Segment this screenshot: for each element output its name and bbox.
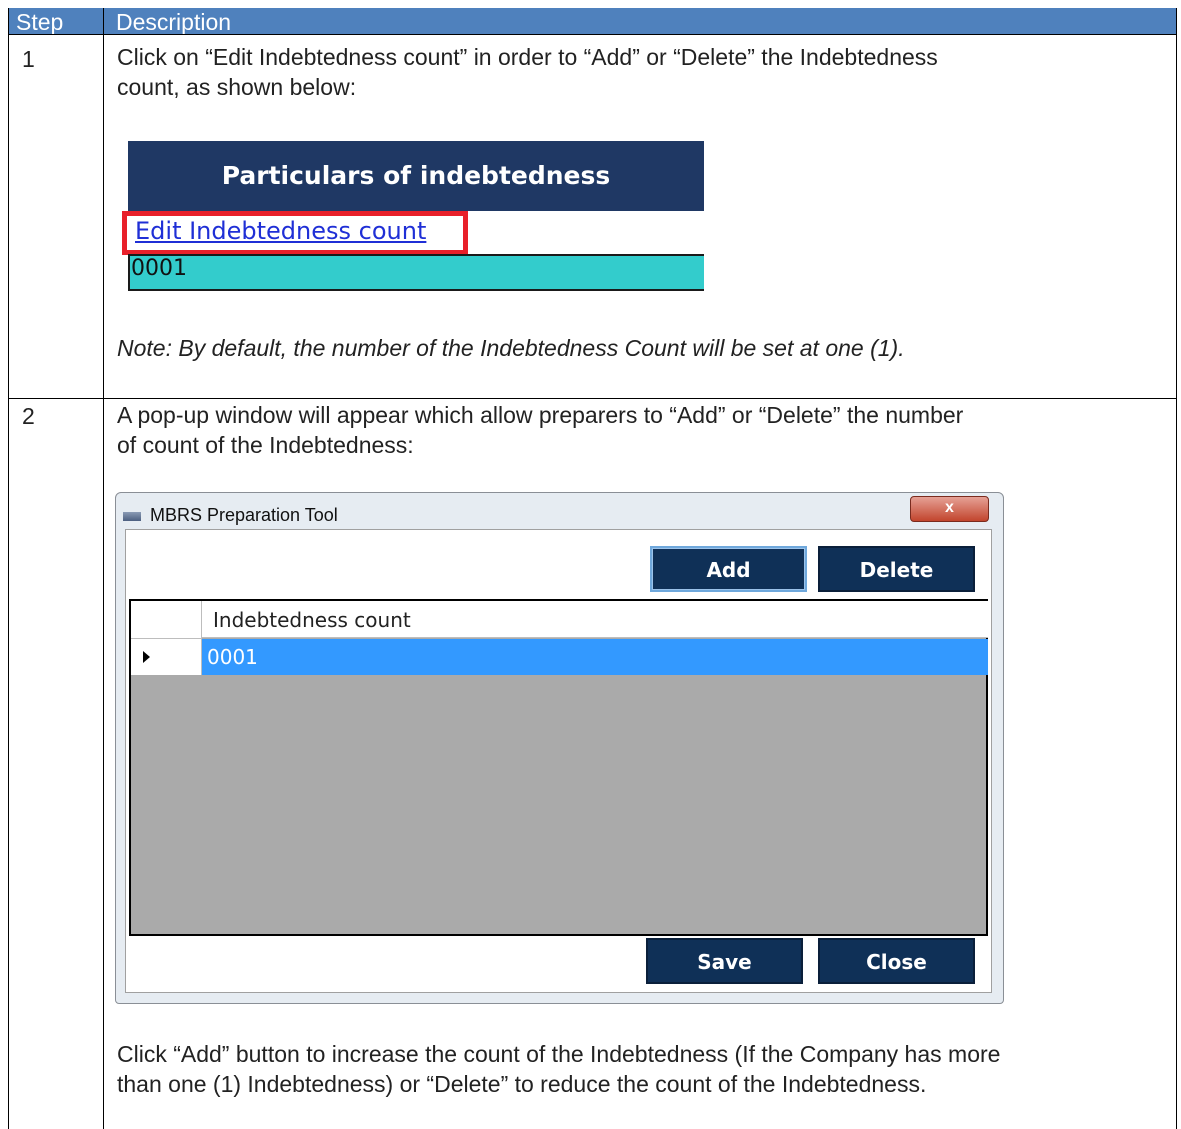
table-column-divider [103, 8, 104, 1129]
mbrs-dialog-window: MBRS Preparation Tool x Add Delete Indeb… [115, 492, 1004, 1004]
particulars-header: Particulars of indebtedness [128, 141, 704, 211]
close-button[interactable]: Close [818, 938, 975, 984]
edit-indebtedness-count-link[interactable]: Edit Indebtedness count [135, 217, 426, 245]
save-button[interactable]: Save [646, 938, 803, 984]
step-2-text-line1: A pop-up window will appear which allow … [117, 402, 964, 428]
step-1-text-line1: Click on “Edit Indebtedness count” in or… [117, 44, 938, 70]
table-header: Step Description [8, 8, 1177, 35]
delete-button[interactable]: Delete [818, 546, 975, 592]
step-1-number: 1 [22, 46, 35, 72]
table-border-left [8, 8, 9, 1129]
grid-corner [131, 601, 202, 639]
step-2-text-line2: of count of the Indebtedness: [117, 432, 414, 458]
row2-top-border [8, 398, 1177, 399]
row1-top-border [8, 34, 1177, 35]
step-2-number: 2 [22, 403, 35, 429]
app-icon [123, 512, 141, 521]
window-close-button[interactable]: x [910, 496, 989, 522]
dialog-title: MBRS Preparation Tool [150, 505, 338, 525]
step-1-text-line2: count, as shown below: [117, 74, 357, 100]
step-2-after-line2: than one (1) Indebtedness) or “Delete” t… [117, 1071, 927, 1097]
add-button[interactable]: Add [650, 546, 807, 592]
step-2-after-line1: Click “Add” button to increase the count… [117, 1041, 1001, 1067]
row-header[interactable] [131, 639, 202, 675]
column-header-indebtedness-count[interactable]: Indebtedness count [202, 601, 988, 638]
table-border-right [1176, 8, 1177, 1129]
indebtedness-count-field [128, 254, 704, 291]
indebtedness-count-value: 0001 [131, 256, 187, 281]
current-row-arrow-icon [143, 651, 150, 663]
step-1-note: Note: By default, the number of the Inde… [117, 335, 905, 361]
grid-cell-indebtedness-count[interactable]: 0001 [202, 639, 988, 675]
header-description: Description [116, 9, 232, 35]
indebtedness-grid[interactable]: Indebtedness count 0001 [129, 599, 988, 936]
header-step: Step [16, 9, 64, 35]
